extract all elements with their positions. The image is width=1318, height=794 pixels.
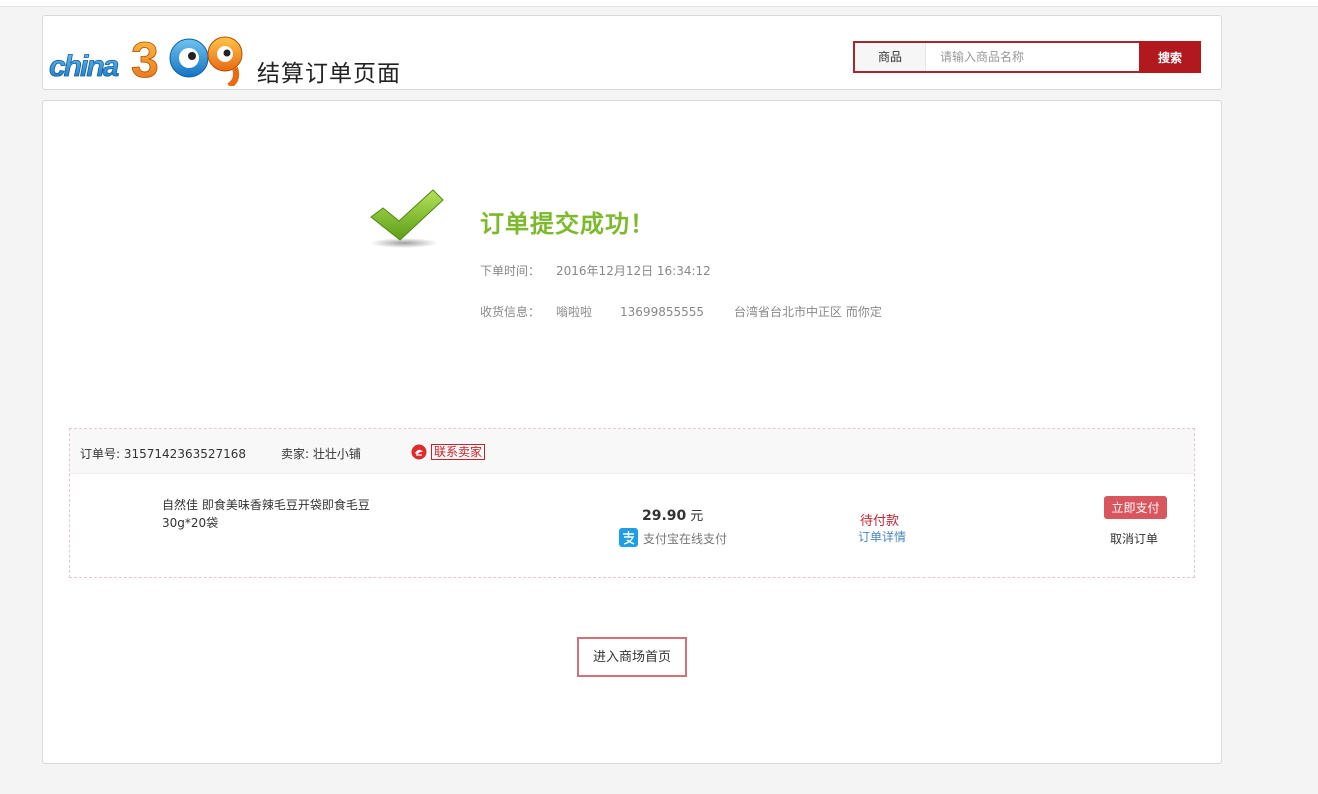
goods-name[interactable]: 自然佳 即食美味香辣毛豆开袋即食毛豆30g*20袋 xyxy=(162,496,392,532)
order-detail-link[interactable]: 订单详情 xyxy=(858,528,906,545)
svg-text:3: 3 xyxy=(131,32,159,86)
shipping-info-label: 收货信息： xyxy=(480,305,541,319)
order-time-value: 2016年12月12日 16:34:12 xyxy=(556,264,711,278)
page-title: 结算订单页面 xyxy=(257,61,401,87)
order-status: 待付款 xyxy=(860,514,900,529)
pay-method: 支付宝在线支付 xyxy=(643,532,728,546)
contact-seller-link[interactable]: 联系卖家 xyxy=(431,444,486,460)
top-bar xyxy=(0,0,1318,7)
cancel-order-link[interactable]: 取消订单 xyxy=(1110,530,1158,547)
shipping-info: 收货信息： 嗡啦啦 13699855555 台湾省台北市中正区 而你定 xyxy=(480,303,882,320)
order-card: 订单号: 3157142363527168 卖家: 壮壮小铺 联系卖家 自然佳 … xyxy=(69,428,1195,578)
check-icon xyxy=(370,189,444,248)
main-panel: 订单提交成功！ 下单时间： 2016年12月12日 16:34:12 收货信息： 嗡… xyxy=(42,100,1222,764)
go-home-button[interactable]: 进入商场首页 xyxy=(577,637,687,677)
receiver-phone: 13699855555 xyxy=(620,305,705,319)
price-unit: 元 xyxy=(690,509,704,524)
receiver-name: 嗡啦啦 xyxy=(556,305,593,319)
pay-now-button[interactable]: 立即支付 xyxy=(1104,496,1167,519)
search-bar: 商品 搜索 xyxy=(853,41,1201,73)
china360-logo[interactable]: china 3 xyxy=(49,30,249,86)
svg-text:china: china xyxy=(49,50,119,83)
seller-name: 壮壮小铺 xyxy=(312,447,361,461)
order-number-label: 订单号: xyxy=(80,447,121,461)
order-price: 29.90 元 xyxy=(642,505,703,524)
search-input[interactable] xyxy=(926,43,1142,71)
seller-label: 卖家: xyxy=(281,447,310,461)
order-number: 订单号: 3157142363527168 xyxy=(80,445,246,462)
price-value: 29.90 xyxy=(642,508,687,524)
order-time: 下单时间： 2016年12月12日 16:34:12 xyxy=(480,262,711,279)
success-title: 订单提交成功！ xyxy=(480,210,655,238)
search-category[interactable]: 商品 xyxy=(855,43,926,71)
alipay-icon xyxy=(619,528,638,547)
header: china 3 结算订单页面 商品 搜索 xyxy=(42,15,1222,90)
order-header: 订单号: 3157142363527168 卖家: 壮壮小铺 联系卖家 xyxy=(70,429,1194,474)
receiver-address: 台湾省台北市中正区 而你定 xyxy=(734,305,882,319)
contact-seller-icon[interactable] xyxy=(411,444,427,460)
order-time-label: 下单时间： xyxy=(480,264,541,278)
order-number-value: 3157142363527168 xyxy=(123,447,247,461)
search-button[interactable]: 搜索 xyxy=(1139,41,1201,73)
seller: 卖家: 壮壮小铺 xyxy=(281,445,361,462)
